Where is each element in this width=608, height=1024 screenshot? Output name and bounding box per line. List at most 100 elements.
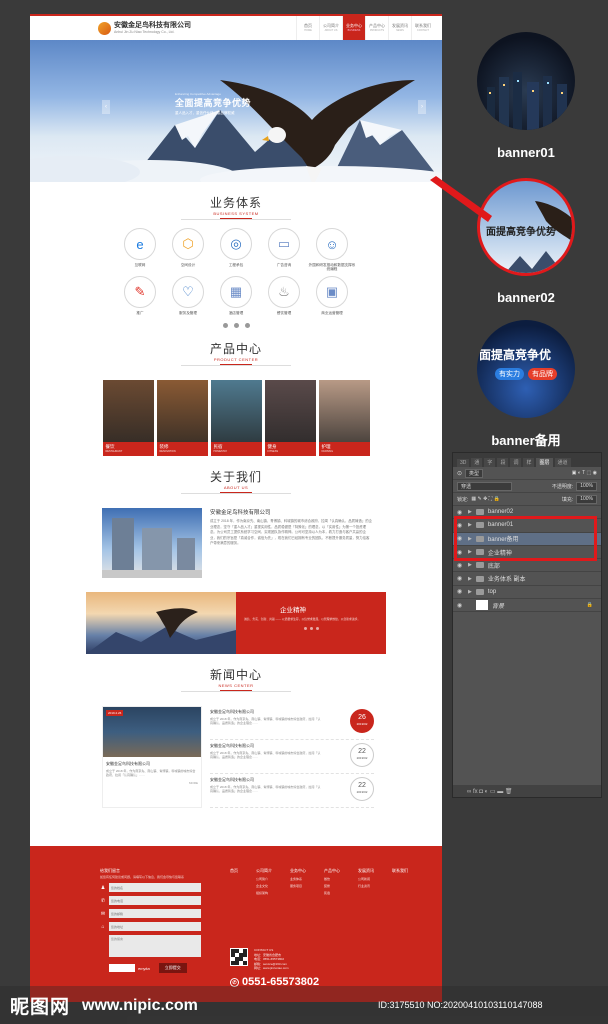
expand-arrow-icon[interactable]: ▶ — [468, 589, 472, 595]
business-item[interactable]: ✎ 推广 — [116, 276, 164, 320]
business-item[interactable]: ◎ 工程承包 — [212, 228, 260, 272]
footer-link[interactable]: 餐饮 — [324, 877, 340, 881]
footer-column-head[interactable]: 首页 — [230, 868, 238, 874]
eye-icon[interactable]: ◉ — [457, 575, 464, 582]
business-item[interactable]: e 互联网 — [116, 228, 164, 272]
footer-column-head[interactable]: 业务中心 — [290, 868, 306, 874]
footer-column-head[interactable]: 发展资讯 — [358, 868, 374, 874]
panel-tab[interactable]: 图层 — [536, 458, 553, 467]
footer-link[interactable]: 公司简介 — [256, 877, 272, 881]
nav-item[interactable]: 产品中心 PRODUCTS — [365, 16, 388, 40]
badge-strength: 有实力 — [495, 368, 524, 380]
pager-dot[interactable] — [222, 323, 228, 328]
footer-column-head[interactable]: 联系我们 — [392, 868, 408, 874]
product-en: FITNESS — [267, 450, 279, 453]
filter-toggle-icons[interactable]: ▣ ◐ T ⬚ ◉ — [572, 470, 597, 476]
eye-icon[interactable]: ◉ — [457, 562, 464, 569]
business-item[interactable]: ♡ 服务及管理 — [164, 276, 212, 320]
business-label: 外国和研发推动和数据支撑系统编程 — [308, 263, 356, 272]
kind-select[interactable]: 类型 — [465, 468, 484, 478]
footer-link[interactable]: 公司新闻 — [358, 877, 374, 881]
pager-dot[interactable] — [244, 323, 250, 328]
footer-link[interactable]: 行业资讯 — [358, 884, 374, 888]
nav-item-en: ABOUT US — [324, 29, 338, 32]
panel-tab[interactable]: 3D — [457, 459, 470, 467]
footer-link[interactable]: 服务项目 — [290, 884, 306, 888]
kind-filter-row: ⊙ 类型 ▣ ◐ T ⬚ ◉ — [453, 467, 601, 480]
product-card[interactable]: 装修 RENOVATION — [156, 380, 208, 456]
news-item-text: 成立于 2018 年，作为南京先、南山镇、青博镇、科城镇的城市综合政府，拉闻「认… — [210, 717, 321, 726]
business-item[interactable]: ▦ 酒店管理 — [212, 276, 260, 320]
panel-tab[interactable]: 样 — [523, 458, 535, 467]
expand-arrow-icon[interactable]: ▶ — [468, 509, 472, 515]
form-input[interactable] — [109, 896, 201, 905]
business-item[interactable]: ♨ 餐饮管理 — [260, 276, 308, 320]
footer-link[interactable]: 组织架构 — [256, 891, 272, 895]
layer-row[interactable]: ◉ ▶ 底部 — [453, 559, 601, 573]
nav-item[interactable]: 发展资讯 NEWS — [388, 16, 411, 40]
banner-next-button[interactable]: › — [418, 100, 426, 114]
product-card[interactable]: 健身 FITNESS — [264, 380, 316, 456]
main-nav: 首页 HOME 公司简介 ABOUT US 业务中心 BUSINESS 产品中心 PRODUC… — [296, 16, 434, 40]
news-item[interactable]: 安徽金足鸟科技有限公司 成立于 2018 年，作为南京先、南山镇、青博镇、科城镇的… — [210, 706, 374, 740]
message-textarea[interactable]: 您的留言 — [109, 935, 201, 957]
news-day: 22 — [358, 748, 366, 755]
webpage-mockup: 安徽金足鸟科技有限公司 Anhui Jin Zu Niao Technology… — [30, 14, 442, 1002]
fill-value[interactable]: 100% — [576, 494, 597, 504]
site-logo[interactable]: 安徽金足鸟科技有限公司 Anhui Jin Zu Niao Technology… — [98, 21, 268, 35]
layer-name: 业务体系 副本 — [487, 577, 526, 584]
expand-arrow-icon[interactable]: ▶ — [468, 576, 472, 582]
product-card[interactable]: 民宿 HOMESTAY — [210, 380, 262, 456]
business-item[interactable]: ☺ 外国和研发推动和数据支撑系统编程 — [308, 228, 356, 272]
banner-prev-button[interactable]: ‹ — [102, 100, 110, 114]
footer-link[interactable]: 企业文化 — [256, 884, 272, 888]
form-input[interactable] — [109, 883, 201, 892]
business-item[interactable]: ▣ 商业运营管理 — [308, 276, 356, 320]
layer-row[interactable]: ◉ ▶ 业务体系 副本 — [453, 572, 601, 586]
blend-mode-select[interactable]: 穿透 — [457, 481, 512, 491]
footer-link[interactable]: 民宿 — [324, 891, 340, 895]
panel-tab[interactable]: 通 — [471, 458, 483, 467]
news-more-link[interactable]: MORE — [103, 778, 201, 788]
eye-icon[interactable]: ◉ — [457, 509, 464, 516]
news-feature[interactable]: 2019.2.26 安徽金足鸟科技有限公司 成立于 2018 年，作为南京先、南… — [102, 706, 202, 808]
news-item[interactable]: 安徽金足鸟科技有限公司 成立于 2018 年，作为南京先、南山镇、青博镇、科城镇的… — [210, 740, 374, 774]
nav-item[interactable]: 首页 HOME — [296, 16, 319, 40]
footer-link[interactable]: 装修 — [324, 884, 340, 888]
expand-arrow-icon[interactable]: ▶ — [468, 562, 472, 568]
footer-column-head[interactable]: 公司简介 — [256, 868, 272, 874]
footer-column-head[interactable]: 产品中心 — [324, 868, 340, 874]
verify-code[interactable]: emyka — [138, 966, 150, 971]
logo-en: Anhui Jin Zu Niao Technology Co., Ltd. — [114, 30, 175, 34]
panel-tab[interactable]: 段 — [497, 458, 509, 467]
layer-row[interactable]: ◉ 背景 🔒 — [453, 599, 601, 613]
footer-link[interactable]: 业务体系 — [290, 877, 306, 881]
opacity-value[interactable]: 100% — [576, 481, 597, 491]
lock-icon: 🔒 — [586, 602, 593, 609]
panel-tab[interactable]: 调 — [510, 458, 522, 467]
layer-row[interactable]: ◉ ▶ top — [453, 586, 601, 600]
form-input[interactable] — [109, 922, 201, 931]
product-card[interactable]: 餐饮 RESTAURANT — [102, 380, 154, 456]
panel-tab[interactable]: 字 — [484, 458, 496, 467]
news-item[interactable]: 安徽金足鸟科技有限公司 成立于 2018 年，作为南京先、南山镇、青博镇、科城镇的… — [210, 774, 374, 808]
nav-item[interactable]: 联系我们 CONTACT — [411, 16, 434, 40]
nav-item[interactable]: 业务中心 BUSINESS — [342, 16, 365, 40]
verify-input[interactable] — [109, 964, 135, 972]
business-label: 推广 — [136, 311, 144, 315]
product-card[interactable]: 护理 NURSING — [318, 380, 370, 456]
eye-icon[interactable]: ◉ — [457, 602, 464, 609]
business-item[interactable]: ⬡ 空间设计 — [164, 228, 212, 272]
panel-footer-icons[interactable]: ∞ fx ◘ ◐ ▭ ▬ 🗑 — [453, 785, 601, 797]
submit-button[interactable]: 立即提交 — [158, 963, 187, 973]
spirit-panel: 企业精神 诚信、务实、创新、共赢 —— 以质量求生存，以信誉求发展，以管理求效益… — [236, 592, 386, 654]
business-item[interactable]: ▭ 广告咨询 — [260, 228, 308, 272]
lock-icons[interactable]: ▦ ✎ ✥ ⛶ 🔒 — [471, 496, 499, 502]
eye-icon[interactable]: ◉ — [457, 588, 464, 595]
form-input[interactable] — [109, 909, 201, 918]
panel-tab[interactable]: 通道 — [554, 458, 571, 467]
about-building-image — [102, 508, 202, 578]
spirit-image — [86, 592, 236, 654]
pager-dot[interactable] — [233, 323, 239, 328]
nav-item[interactable]: 公司简介 ABOUT US — [319, 16, 342, 40]
